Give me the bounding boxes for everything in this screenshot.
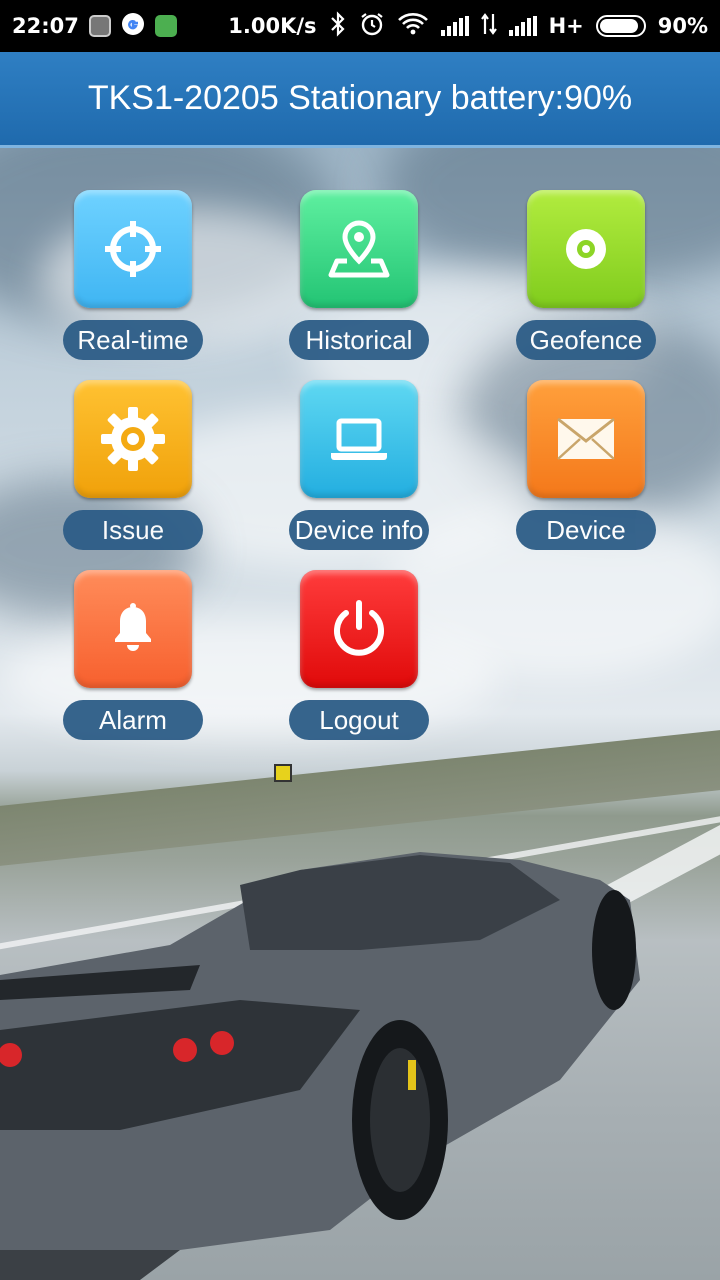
menu-item-device[interactable]: Device: [506, 380, 666, 550]
envelope-icon: [557, 417, 615, 460]
geofence-button[interactable]: [527, 190, 645, 308]
alarm-icon: [359, 11, 385, 42]
historical-label[interactable]: Historical: [289, 320, 429, 360]
realtime-label[interactable]: Real-time: [63, 320, 203, 360]
alarm-label[interactable]: Alarm: [63, 700, 203, 740]
android-icon: [154, 15, 177, 37]
menu-item-geofence[interactable]: Geofence: [506, 190, 666, 360]
gear-icon: [101, 407, 165, 471]
device-button[interactable]: [527, 380, 645, 498]
menu-item-device-info[interactable]: Device info: [279, 380, 439, 550]
target-icon: [566, 229, 606, 269]
page-title: TKS1-20205 Stationary battery:90%: [87, 79, 633, 117]
crosshair-icon: [105, 221, 161, 277]
clock: 22:07: [12, 14, 79, 38]
bluetooth-icon: [329, 10, 347, 42]
net-speed: 1.00K/s: [228, 14, 317, 38]
network-type: H+: [548, 14, 584, 38]
wifi-icon: [397, 12, 429, 41]
data-transfer-icon: [480, 12, 497, 41]
battery-icon: [595, 15, 646, 37]
map-pin-icon: [328, 220, 390, 278]
battery-percent: 90%: [657, 14, 708, 38]
menu-item-realtime[interactable]: Real-time: [53, 190, 213, 360]
laptop-icon: [331, 418, 387, 460]
historical-button[interactable]: [300, 190, 418, 308]
google-icon: [121, 12, 145, 41]
device-info-label[interactable]: Device info: [289, 510, 429, 550]
signal-icon: [508, 16, 537, 36]
realtime-button[interactable]: [74, 190, 192, 308]
signal-icon: [440, 16, 469, 36]
menu-item-issue[interactable]: Issue: [53, 380, 213, 550]
geofence-label[interactable]: Geofence: [516, 320, 656, 360]
device-label[interactable]: Device: [516, 510, 656, 550]
app-header: TKS1-20205 Stationary battery:90%: [0, 52, 720, 148]
issue-label[interactable]: Issue: [63, 510, 203, 550]
menu-item-alarm[interactable]: Alarm: [53, 570, 213, 740]
issue-button[interactable]: [74, 380, 192, 498]
menu-item-logout[interactable]: Logout: [279, 570, 439, 740]
status-bar: 22:07 1.00K/s H+ 90%: [0, 0, 720, 52]
bell-icon: [115, 603, 151, 651]
logout-label[interactable]: Logout: [289, 700, 429, 740]
menu-item-historical[interactable]: Historical: [279, 190, 439, 360]
car-image: [0, 852, 640, 1280]
logout-button[interactable]: [300, 570, 418, 688]
app-icon: [88, 15, 111, 37]
alarm-button[interactable]: [74, 570, 192, 688]
battery-fill: [599, 19, 638, 33]
power-icon: [334, 600, 384, 656]
device-info-button[interactable]: [300, 380, 418, 498]
